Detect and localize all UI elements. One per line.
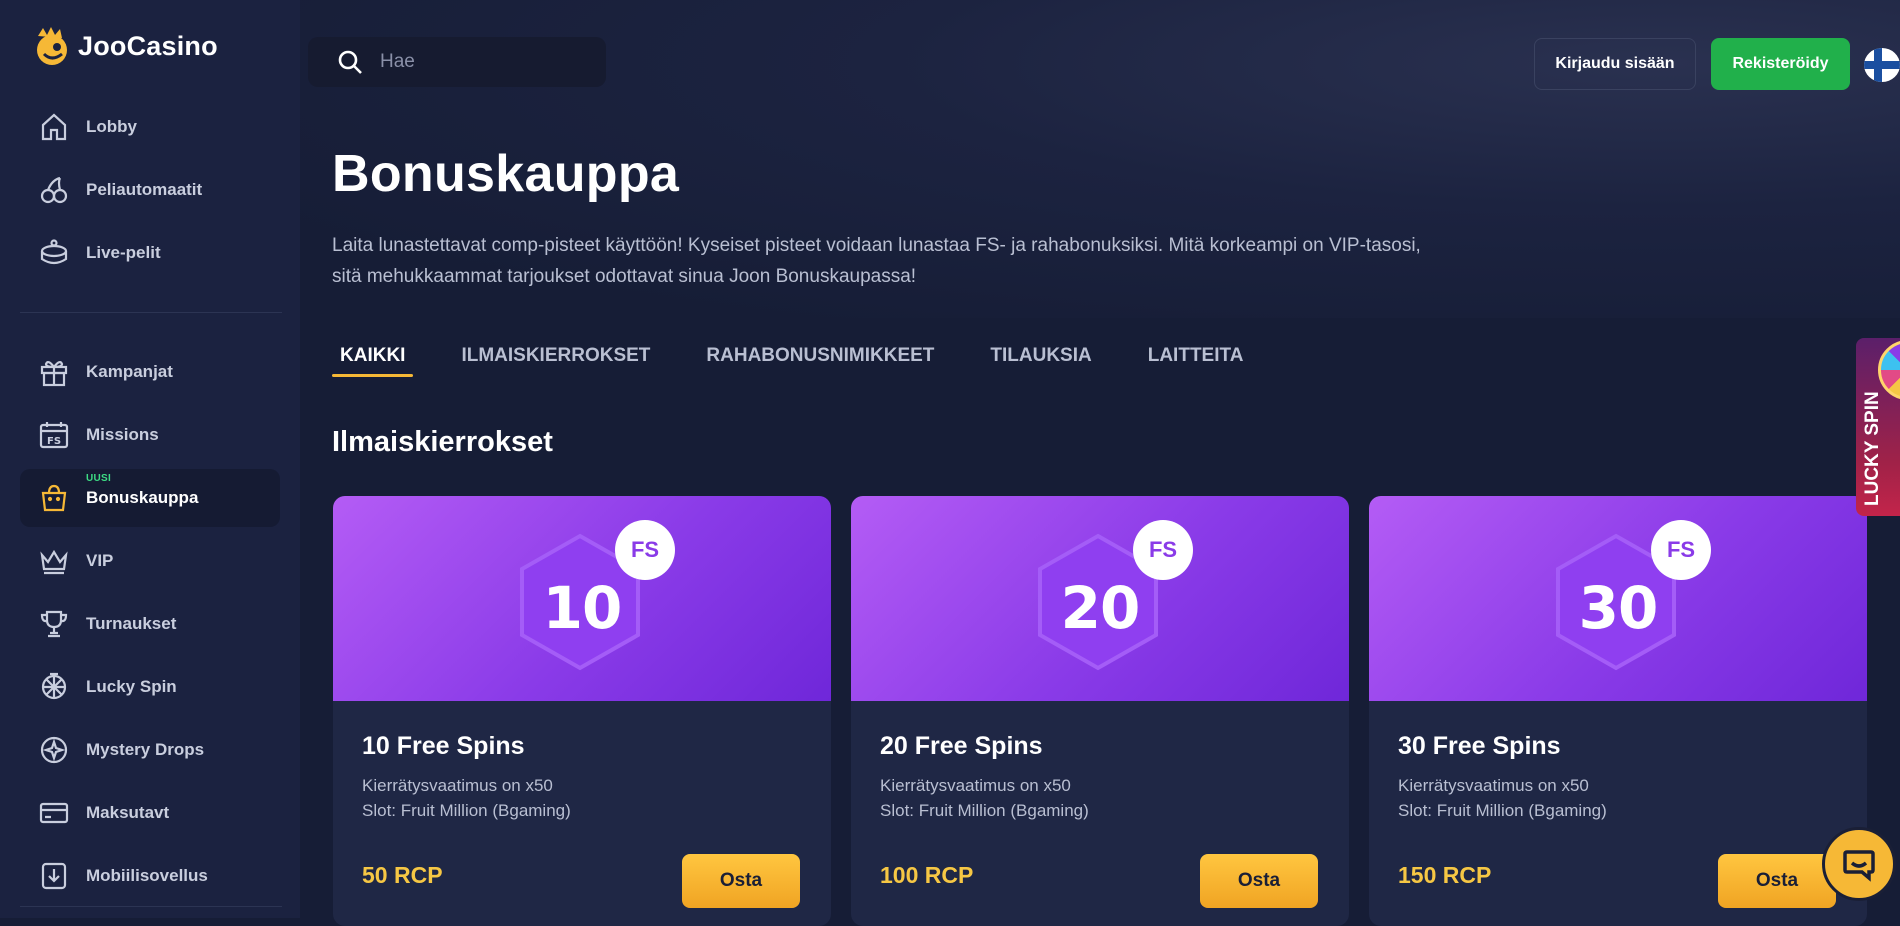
offer-card: 20 FS 20 Free Spins Kierrätysvaatimus on… [851,496,1349,926]
card-slot: Slot: Fruit Million (Bgaming) [362,801,571,820]
card-wager: Kierrätysvaatimus on x50 [880,776,1071,795]
language-flag-icon[interactable] [1864,48,1900,82]
search-input[interactable] [378,50,582,74]
sidebar-item-live-pelit[interactable]: Live-pelit [20,224,280,282]
buy-button[interactable]: Osta [1200,854,1318,908]
card-banner: 20 FS [851,496,1349,701]
sidebar-item-label: Kampanjat [86,362,173,381]
sidebar-item-label: Lobby [86,117,137,136]
svg-text:FS: FS [47,436,61,447]
buy-button[interactable]: Osta [1718,854,1836,908]
register-button[interactable]: Rekisteröidy [1711,38,1850,90]
sidebar-item-missions[interactable]: FS Missions [20,406,280,464]
card-spin-count: 10 [542,574,623,642]
lucky-spin-side-tab[interactable]: LUCKY SPIN [1856,338,1900,516]
new-badge: UUSI [86,473,112,484]
home-icon [41,113,67,141]
fs-badge: FS [1651,520,1711,580]
card-slot: Slot: Fruit Million (Bgaming) [1398,801,1607,820]
sidebar-item-maksutavat[interactable]: Maksutavt [20,784,280,842]
lucky-spin-label: LUCKY SPIN [1862,391,1883,506]
card-price: 100 RCP [880,862,974,888]
sidebar-item-lobby[interactable]: Lobby [20,98,280,156]
card-slot: Slot: Fruit Million (Bgaming) [880,801,1089,820]
sidebar-item-label: Maksutavt [86,803,170,822]
page-title: Bonuskauppa [332,145,680,203]
sidebar-item-label: Lucky Spin [86,677,177,696]
sidebar: JooCasino Lobby Peliautomaatit Live-peli… [0,0,300,918]
search-box[interactable] [308,37,606,87]
fs-badge: FS [1133,520,1193,580]
sidebar-item-lucky-spin[interactable]: Lucky Spin [20,658,280,716]
brand-name: JooCasino [78,30,218,61]
tab-ilmaiskierrokset[interactable]: ILMAISKIERROKSET [453,340,658,377]
wheel-icon [41,672,67,700]
live-table-icon [40,239,68,265]
card-wager: Kierrätysvaatimus on x50 [362,776,553,795]
card-wager: Kierrätysvaatimus on x50 [1398,776,1589,795]
card-price: 50 RCP [362,862,443,888]
card-title: 10 Free Spins [362,732,525,760]
tab-laitteita[interactable]: LAITTEITA [1140,340,1252,377]
sidebar-item-mystery-drops[interactable]: Mystery Drops [20,721,280,779]
card-price: 150 RCP [1398,862,1492,888]
offer-card: 30 FS 30 Free Spins Kierrätysvaatimus on… [1369,496,1867,926]
fs-badge: FS [615,520,675,580]
sidebar-item-bonuskauppa[interactable]: UUSI Bonuskauppa [20,469,280,527]
tab-kaikki[interactable]: KAIKKI [332,340,414,377]
logo-mascot-icon [37,27,67,65]
card-spin-count: 20 [1060,574,1141,642]
sidebar-item-label: Mobiilisovellus [86,866,208,885]
calendar-fs-icon: FS [39,422,69,449]
chat-button[interactable] [1822,827,1896,901]
sidebar-item-label: Mystery Drops [86,740,205,759]
gift-icon [40,360,68,387]
sidebar-item-turnaukset[interactable]: Turnaukset [20,595,280,653]
tab-rahabonusnimikkeet[interactable]: RAHABONUSNIMIKKEET [698,340,942,377]
sidebar-item-label: Live-pelit [86,243,161,262]
section-title: Ilmaiskierrokset [332,426,553,458]
card-icon [39,802,69,824]
category-tabs: KAIKKI ILMAISKIERROKSET RAHABONUSNIMIKKE… [332,340,1291,377]
card-title: 20 Free Spins [880,732,1043,760]
chat-bubble-icon [1843,850,1875,882]
card-banner: 30 FS [1369,496,1867,701]
card-spin-count: 30 [1578,574,1659,642]
page-intro: Laita lunastettavat comp-pisteet käyttöö… [332,235,1421,287]
sidebar-item-mobiilisovellus[interactable]: Mobiilisovellus [20,847,280,905]
sidebar-item-label: VIP [86,551,114,570]
sidebar-nav: Lobby Peliautomaatit Live-pelit Kampanja… [20,98,282,910]
nav-divider [20,312,282,313]
buy-button[interactable]: Osta [682,854,800,908]
card-title: 30 Free Spins [1398,732,1561,760]
cherries-icon [40,176,68,204]
shopping-bag-icon [41,484,67,512]
offer-card: 10 FS 10 Free Spins Kierrätysvaatimus on… [333,496,831,926]
search-icon [338,50,362,74]
trophy-icon [40,610,68,638]
crown-icon [40,549,68,575]
sidebar-item-label: Turnaukset [86,614,177,633]
download-icon [41,862,67,890]
sidebar-item-kampanjat[interactable]: Kampanjat [20,343,280,401]
sidebar-item-peliautomaatit[interactable]: Peliautomaatit [20,161,280,219]
nav-divider [20,906,282,907]
sidebar-item-label: Peliautomaatit [86,180,203,199]
sidebar-item-label: Bonuskauppa [86,488,199,507]
logo[interactable]: JooCasino [30,24,218,68]
sidebar-item-label: Missions [86,425,159,444]
sidebar-item-vip[interactable]: VIP [20,532,280,590]
login-button[interactable]: Kirjaudu sisään [1534,38,1696,90]
tab-tilauksia[interactable]: TILAUKSIA [982,340,1099,377]
card-banner: 10 FS [333,496,831,701]
compass-icon [40,736,68,764]
